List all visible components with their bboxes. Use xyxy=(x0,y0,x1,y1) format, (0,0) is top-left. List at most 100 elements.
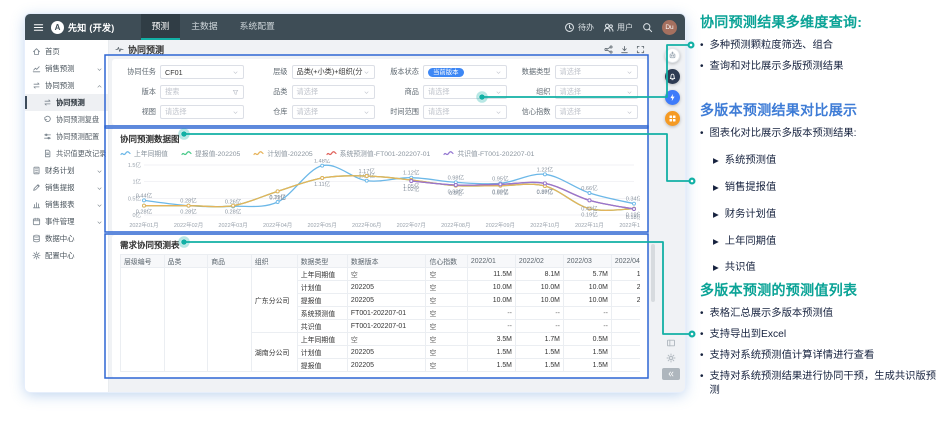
sidebar-item-7[interactable]: 财务计划 xyxy=(25,162,108,179)
arrow-bullet-icon: ▶ xyxy=(713,181,719,195)
product-name: 先知 (开发) xyxy=(68,21,115,34)
filter-control-4[interactable]: 搜索 xyxy=(160,85,244,99)
scrollbar[interactable] xyxy=(651,244,655,302)
tab-1[interactable]: 主数据 xyxy=(180,14,228,40)
table-wrap: 层级编号品类商品组织数据类型数据版本信心指数2022/012022/022022… xyxy=(120,254,640,372)
arrow-bullet-icon: ▶ xyxy=(713,235,719,249)
legend-item-1[interactable]: 提报值-202205 xyxy=(181,148,240,158)
annotation-text: 系统预测值 xyxy=(725,154,776,168)
filter-control-6[interactable]: 请选择 xyxy=(423,85,507,99)
filter-control-10[interactable]: 请选择 xyxy=(423,105,507,119)
confidence-cell: 空 xyxy=(426,359,467,372)
value-cell: 8.1M xyxy=(515,268,563,281)
assistant-button[interactable] xyxy=(665,48,680,63)
legend-item-4[interactable]: 共识值-FT001-202207-01 xyxy=(443,148,534,158)
value-cell: -- xyxy=(467,307,515,320)
bars-icon xyxy=(32,200,41,209)
legend-item-0[interactable]: 上年同期值 xyxy=(120,148,168,158)
apps-button[interactable] xyxy=(665,111,680,126)
global-search-button[interactable] xyxy=(642,22,653,33)
filter-control-9[interactable]: 请选择 xyxy=(292,105,376,119)
tab-0[interactable]: 预测 xyxy=(141,14,181,40)
gear-icon xyxy=(666,353,676,363)
filter-control-2[interactable]: 当前版本 xyxy=(423,65,507,79)
export-button[interactable] xyxy=(620,45,629,54)
filter-control-3[interactable]: 请选择 xyxy=(555,65,639,79)
sidebar-item-11[interactable]: 数据中心 xyxy=(25,230,108,247)
filter-control-7[interactable]: 请选择 xyxy=(555,85,639,99)
annotation-text: 查询和对比展示多版预测结果 xyxy=(710,60,844,74)
svg-text:1.02亿: 1.02亿 xyxy=(403,185,420,193)
collab-icon xyxy=(32,81,41,90)
filter-control-1[interactable]: 品类(+小类)+组织(分公司) xyxy=(292,65,376,79)
collapse-button[interactable] xyxy=(662,368,680,380)
users-icon xyxy=(603,22,614,33)
robot-icon xyxy=(668,51,677,60)
search-icon xyxy=(642,22,653,33)
edit-icon xyxy=(32,183,41,192)
share-button[interactable] xyxy=(604,45,613,54)
sidebar-item-label: 数据中心 xyxy=(45,233,75,244)
legend-label: 上年同期值 xyxy=(134,148,168,158)
filter-control-11[interactable]: 请选择 xyxy=(555,105,639,119)
chevron-up-icon xyxy=(96,81,103,90)
avatar[interactable]: Du xyxy=(662,20,677,35)
dot-bullet-icon: • xyxy=(700,328,704,342)
todo-button[interactable]: 待办 xyxy=(564,22,594,33)
table-row: 广东分公司上年同期值空空11.5M8.1M5.7M15.0M60.0M xyxy=(121,268,641,281)
panel-button[interactable] xyxy=(666,338,676,348)
legend-line-icon xyxy=(120,150,131,156)
sidebar-item-10[interactable]: 事件管理 xyxy=(25,213,108,230)
sidebar-item-label: 销售预测 xyxy=(45,63,75,74)
sidebar-item-label: 销售报表 xyxy=(45,199,75,210)
sidebar-item-1[interactable]: 销售预测 xyxy=(25,60,108,77)
filter-label: 组织 xyxy=(517,87,551,97)
sidebar-item-0[interactable]: 首页 xyxy=(25,43,108,60)
legend-line-icon xyxy=(443,150,454,156)
top-nav-tabs: 预测主数据系统配置 xyxy=(141,14,286,40)
data-type-cell: 计划值 xyxy=(297,346,347,359)
annotation-text: 共识值 xyxy=(725,261,756,275)
chevron-down-icon xyxy=(626,108,633,117)
fullscreen-button[interactable] xyxy=(636,45,645,54)
data-type-cell: 上年同期值 xyxy=(297,333,347,346)
annotation-text: 支持对系统预测值计算详情进行查看 xyxy=(710,349,875,363)
sidebar-item-12[interactable]: 配置中心 xyxy=(25,247,108,264)
filter-control-5[interactable]: 请选择 xyxy=(292,85,376,99)
annotation-section-1: 多版本预测结果对比展示•图表化对比展示多版本预测结果:▶系统预测值▶销售提报值▶… xyxy=(700,100,937,275)
app-logo-badge: A xyxy=(51,21,64,34)
chevron-down-icon xyxy=(232,68,239,77)
user-button[interactable]: 用户 xyxy=(603,22,633,33)
sidebar-item-5[interactable]: 协同预测配置 xyxy=(25,128,108,145)
sidebar-item-2[interactable]: 协同预测 xyxy=(25,77,108,94)
sidebar-item-6[interactable]: 共识值更改记录 xyxy=(25,145,108,162)
value-cell: 25.0M xyxy=(611,281,640,294)
hamburger-icon[interactable] xyxy=(33,22,44,33)
chevron-down-icon xyxy=(363,88,370,97)
dot-bullet-icon: • xyxy=(700,60,704,74)
sidebar-item-8[interactable]: 销售提报 xyxy=(25,179,108,196)
filter-field-4: 版本搜索 xyxy=(122,85,244,99)
filter-placeholder: 请选择 xyxy=(297,107,319,117)
filter-control-0[interactable]: CF01 xyxy=(160,65,244,79)
dot-bullet-icon: • xyxy=(700,370,704,398)
legend-item-2[interactable]: 计划值-202205 xyxy=(253,148,312,158)
sidebar-item-9[interactable]: 销售报表 xyxy=(25,196,108,213)
quick-actions-button[interactable] xyxy=(665,90,680,105)
filter-control-8[interactable]: 请选择 xyxy=(160,105,244,119)
notifications-button[interactable] xyxy=(665,69,680,84)
svg-text:1.5亿: 1.5亿 xyxy=(128,161,142,169)
table-header-4: 数据类型 xyxy=(297,255,347,268)
sidebar-item-3[interactable]: 协同预测 xyxy=(25,94,108,111)
confidence-cell: 空 xyxy=(426,333,467,346)
svg-text:1.22亿: 1.22亿 xyxy=(537,165,554,173)
tab-2[interactable]: 系统配置 xyxy=(229,14,286,40)
sidebar-item-4[interactable]: 协同预测复盘 xyxy=(25,111,108,128)
confidence-cell: 空 xyxy=(426,320,467,333)
annotation-item: •支持导出到Excel xyxy=(700,328,937,342)
filter-placeholder: 请选择 xyxy=(428,107,450,117)
data-type-cell: 计划值 xyxy=(297,281,347,294)
legend-item-3[interactable]: 系统预测值-FT001-202207-01 xyxy=(326,148,431,158)
settings-button[interactable] xyxy=(666,353,676,363)
chevron-down-icon xyxy=(626,88,633,97)
